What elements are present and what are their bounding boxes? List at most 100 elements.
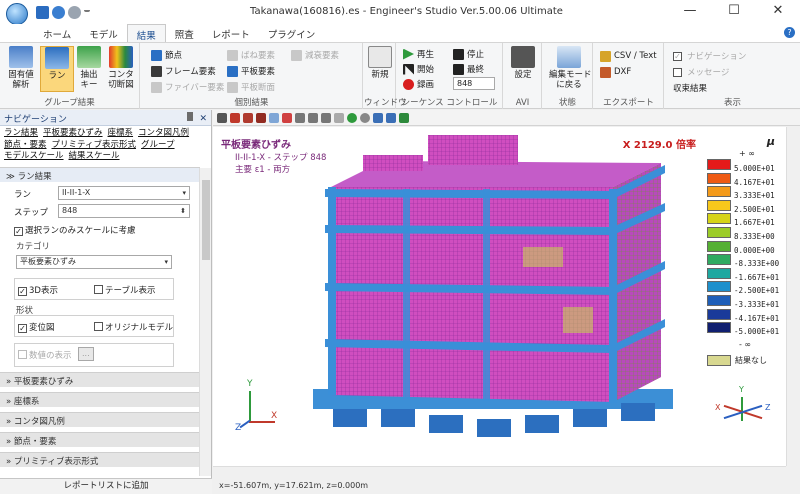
cube-side-icon[interactable]	[256, 112, 266, 123]
link-coordinates[interactable]: 座標系	[108, 128, 134, 138]
extract-key-button[interactable]: 抽出 キー	[72, 46, 106, 92]
link-plate-strain[interactable]: 平板要素ひずみ	[43, 128, 103, 138]
show-table-checkbox[interactable]: テーブル表示	[94, 284, 156, 296]
group-results-label: グループ結果	[44, 98, 95, 108]
section-nodes-elements[interactable]: » 節点・要素	[0, 432, 200, 447]
step-spinner[interactable]: 848	[453, 77, 495, 90]
new-window-button[interactable]: 新規	[364, 46, 396, 92]
navigation-toggle[interactable]: ✓ ナビゲーション	[673, 49, 746, 63]
spring-icon	[227, 49, 238, 61]
rotate-icon[interactable]	[321, 112, 331, 123]
model-viewport[interactable]: 平板要素ひずみ II-II-1-X - ステップ 848 主要 ε1 - 両方 …	[213, 127, 786, 466]
tab-results[interactable]: 結果	[126, 24, 166, 42]
checkbox-disabled-icon	[18, 350, 27, 359]
cube-front-icon[interactable]	[243, 112, 253, 123]
last-button[interactable]: 最終	[453, 62, 484, 76]
panel-scroll-thumb[interactable]	[202, 180, 210, 260]
undo-icon[interactable]	[52, 6, 65, 19]
category-select[interactable]: 平板要素ひずみ ▾	[16, 255, 172, 269]
run-results-section-header[interactable]: ≫ ラン結果	[0, 167, 200, 182]
section-coordinates[interactable]: » 座標系	[0, 392, 200, 407]
start-button[interactable]: 開始	[403, 62, 434, 76]
display-icon[interactable]	[386, 112, 396, 123]
iso-view-icon[interactable]	[269, 112, 279, 123]
section-plate-strain[interactable]: » 平板要素ひずみ	[0, 372, 200, 387]
link-run-results[interactable]: ラン結果	[4, 128, 38, 138]
plate-section-icon	[227, 81, 238, 93]
link-contour-legend[interactable]: コンタ図凡例	[138, 128, 189, 138]
app-menu-button[interactable]	[6, 3, 28, 25]
redo-icon[interactable]	[68, 6, 81, 19]
add-to-report-button[interactable]: レポートリストに追加	[0, 478, 212, 494]
show-3d-checkbox[interactable]: ✓ 3D表示	[18, 284, 58, 296]
tab-model[interactable]: モデル	[80, 24, 127, 42]
damping-element-button[interactable]: 減衰要素	[291, 48, 339, 62]
link-primitive-format[interactable]: プリミティブ表示形式	[52, 140, 137, 150]
panel-close-icon[interactable]: ✕	[199, 114, 207, 124]
fit-icon[interactable]	[334, 112, 344, 123]
grid-icon[interactable]	[217, 112, 227, 123]
csv-text-button[interactable]: CSV / Text	[600, 49, 657, 63]
help-icon[interactable]: ?	[784, 27, 795, 38]
tab-plugin[interactable]: プラグイン	[259, 24, 325, 42]
viewport-vertical-scrollbar[interactable]	[786, 127, 800, 466]
section-primitive-format[interactable]: » プリミティブ表示形式	[0, 452, 200, 467]
group-avi-label: AVI	[515, 98, 530, 108]
pan-icon[interactable]	[308, 112, 318, 123]
spring-element-button[interactable]: ばね要素	[227, 48, 275, 62]
only-selected-run-checkbox[interactable]: ✓ 選択ランのみスケールに考慮	[14, 224, 136, 236]
select-icon[interactable]	[399, 112, 409, 123]
group-display: ✓ ナビゲーション メッセージ 収束結果 表示	[665, 43, 800, 109]
legend-row: -8.333E+00	[707, 254, 786, 268]
new-window-label: 新規	[371, 70, 389, 80]
show-values-button[interactable]: ...	[78, 347, 94, 361]
minimize-button[interactable]: —	[668, 0, 712, 24]
tab-home[interactable]: ホーム	[34, 24, 80, 42]
tab-report[interactable]: レポート	[203, 24, 259, 42]
link-group[interactable]: グループ	[141, 140, 175, 150]
run-button[interactable]: ラン	[40, 46, 74, 92]
show-values-checkbox[interactable]: 数値の表示	[18, 349, 72, 361]
save-icon[interactable]	[36, 6, 49, 19]
original-model-checkbox[interactable]: オリジナルモデル	[94, 321, 173, 333]
maximize-button[interactable]: ☐	[712, 0, 756, 24]
message-toggle[interactable]: メッセージ	[673, 65, 729, 79]
plate-element-button[interactable]: 平板要素	[227, 64, 275, 78]
link-result-scale[interactable]: 結果スケール	[69, 151, 120, 161]
eigenvalue-button[interactable]: 固有値 解析	[4, 46, 38, 92]
plate-section-button[interactable]: 平板断面	[227, 80, 275, 94]
viewport-horizontal-scrollbar[interactable]	[213, 466, 786, 479]
record-button[interactable]: 録画	[403, 77, 434, 91]
zoom-icon[interactable]	[295, 112, 305, 123]
run-select[interactable]: II-II-1-X ▾	[58, 186, 190, 200]
back-to-edit-button[interactable]: 編集モード に戻る	[549, 46, 592, 92]
panel-scrollbar[interactable]	[199, 168, 211, 476]
link-nodes-elements[interactable]: 節点・要素	[4, 140, 47, 150]
section-contour-legend[interactable]: » コンタ図凡例	[0, 412, 200, 427]
forward-icon[interactable]	[360, 112, 370, 123]
cube-view-icon[interactable]	[230, 112, 240, 123]
close-button[interactable]: ✕	[756, 0, 800, 24]
tab-check[interactable]: 照査	[166, 24, 203, 42]
dxf-button[interactable]: DXF	[600, 65, 631, 79]
qat-dropdown-icon[interactable]	[84, 6, 90, 12]
contour-section-button[interactable]: コンタ 切断図	[104, 46, 138, 92]
link-model-scale[interactable]: モデルスケール	[4, 151, 64, 161]
zoom-window-icon[interactable]	[282, 112, 292, 123]
fiber-element-button[interactable]: ファイバー要素	[151, 80, 224, 94]
checkbox-icon	[94, 285, 103, 294]
back-icon[interactable]	[347, 112, 357, 123]
legend-row: 3.333E+01	[707, 186, 786, 200]
stop-button[interactable]: 停止	[453, 47, 484, 61]
node-button[interactable]: 節点	[151, 48, 182, 62]
legend-no-result-swatch	[707, 355, 731, 366]
settings-icon[interactable]	[373, 112, 383, 123]
pin-icon[interactable]	[187, 112, 194, 121]
step-input[interactable]: 848 ⬍	[58, 204, 190, 218]
avi-settings-button[interactable]: 設定	[506, 46, 540, 92]
convergence-summary-button[interactable]: 収束結果	[673, 81, 707, 95]
frame-element-button[interactable]: フレーム要素	[151, 64, 216, 78]
displacement-checkbox[interactable]: ✓ 変位図	[18, 321, 55, 333]
dxf-icon	[600, 66, 611, 78]
play-button[interactable]: 再生	[403, 47, 434, 61]
